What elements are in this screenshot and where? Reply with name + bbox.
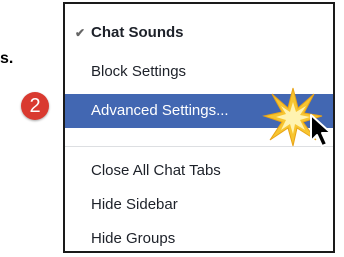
menu-item-hide-groups[interactable]: Hide Groups [65, 222, 333, 256]
menu-item-label: Close All Chat Tabs [91, 162, 221, 179]
menu-item-close-all-chat-tabs[interactable]: Close All Chat Tabs [65, 154, 333, 188]
menu-item-label: Hide Sidebar [91, 196, 178, 213]
cut-off-instruction-text: s. [0, 50, 14, 67]
menu-item-hide-sidebar[interactable]: Hide Sidebar [65, 188, 333, 222]
step-number-badge: 2 [21, 92, 49, 120]
menu-item-label: Hide Groups [91, 230, 176, 247]
check-icon: ✔ [75, 26, 86, 40]
menu-item-chat-sounds[interactable]: ✔ Chat Sounds [65, 16, 333, 50]
menu-item-label: Block Settings [91, 63, 187, 80]
menu-item-label: Chat Sounds [91, 24, 184, 41]
menu-item-label: Advanced Settings... [91, 102, 229, 119]
menu-item-block-settings[interactable]: Block Settings [65, 55, 333, 89]
mouse-cursor-icon [310, 114, 332, 147]
